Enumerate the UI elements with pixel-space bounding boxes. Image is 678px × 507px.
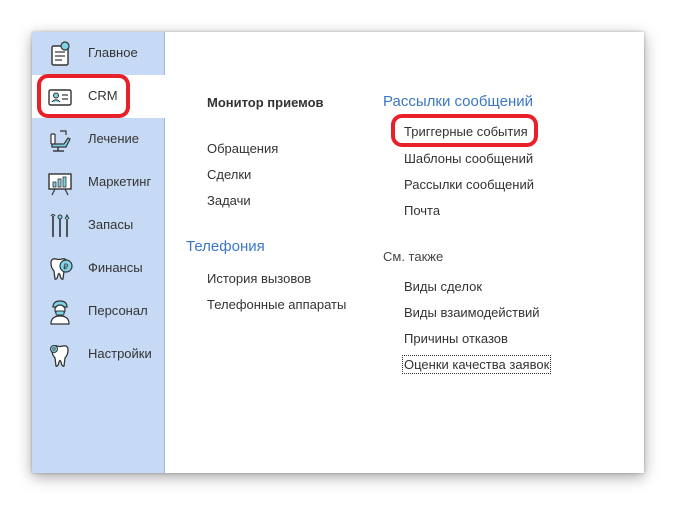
dental-chair-icon [50,130,71,152]
sidebar-item-main[interactable]: Главное [32,32,164,75]
home-doc-icon [51,41,70,66]
doctor-icon [50,300,70,325]
mailings-heading: Рассылки сообщений [383,93,533,110]
sidebar-item-label: Запасы [88,217,134,232]
sidebar-item-label: Лечение [88,131,140,146]
call-history-link[interactable]: История вызовов [207,271,311,286]
monitor-link[interactable]: Монитор приемов [207,95,324,110]
tooth-settings-icon [50,345,69,367]
phone-devices-link[interactable]: Телефонные аппараты [207,297,346,312]
see-also-heading: См. также [383,249,444,264]
sidebar-item-label: Персонал [88,303,148,318]
trigger-events-highlight-annotation [391,114,538,147]
request-quality-ratings-link[interactable]: Оценки качества заявок [401,355,552,374]
crm-highlight-annotation [37,74,130,118]
crm-section-content: Монитор приемов Обращения Сделки Задачи … [165,32,644,473]
sidebar-item-treatment[interactable]: Лечение [32,118,164,161]
refusal-reasons-link[interactable]: Причины отказов [404,331,508,346]
appeals-link[interactable]: Обращения [207,141,278,156]
dental-tools-icon [50,213,70,237]
sidebar-item-staff[interactable]: Персонал [32,290,164,333]
mail-link[interactable]: Почта [404,203,440,218]
app-window: Главное CRM Лечение Маркетинг Запасы ₽ Ф… [32,32,644,473]
sidebar-item-finance[interactable]: ₽ Финансы [32,247,164,290]
tasks-link[interactable]: Задачи [207,193,251,208]
message-mailings-link[interactable]: Рассылки сообщений [404,177,534,192]
sidebar-item-stock[interactable]: Запасы [32,204,164,247]
sidebar-item-label: Главное [88,45,138,60]
interaction-types-link[interactable]: Виды взаимодействий [404,305,540,320]
svg-text:₽: ₽ [63,262,68,271]
telephony-heading: Телефония [186,238,265,255]
sidebar-item-label: Маркетинг [88,174,152,189]
presentation-board-icon [48,173,72,196]
message-templates-link[interactable]: Шаблоны сообщений [404,151,533,166]
deals-link[interactable]: Сделки [207,167,251,182]
sidebar-item-settings[interactable]: Настройки [32,333,164,376]
sidebar-item-label: Финансы [88,260,143,275]
sidebar-item-marketing[interactable]: Маркетинг [32,161,164,204]
tooth-coin-icon: ₽ [50,258,73,280]
sidebar-item-label: Настройки [88,346,152,361]
deal-types-link[interactable]: Виды сделок [404,279,482,294]
